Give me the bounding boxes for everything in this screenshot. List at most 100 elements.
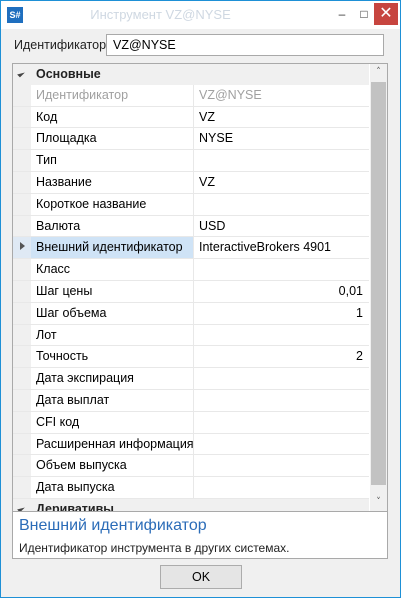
property-value[interactable]: VZ	[193, 171, 369, 193]
scroll-thumb[interactable]	[371, 82, 386, 485]
property-value[interactable]: NYSE	[193, 128, 369, 150]
row-margin	[13, 455, 31, 477]
title-bar[interactable]: S# Инструмент VZ@NYSE – □ ✕	[1, 1, 400, 29]
minimize-button[interactable]: –	[331, 1, 353, 27]
grid-scrollbar[interactable]: ˄ ˅	[370, 64, 387, 511]
grid-property-row[interactable]: Шаг цены 0,01	[13, 280, 369, 303]
maximize-button[interactable]: □	[353, 1, 375, 27]
description-title: Внешний идентификатор	[19, 517, 207, 534]
property-value[interactable]: 2	[193, 346, 369, 368]
collapse-triangle-icon[interactable]	[17, 69, 25, 78]
grid-property-row[interactable]: Точность 2	[13, 346, 369, 369]
scroll-down-arrow-icon[interactable]: ˅	[370, 494, 387, 511]
row-margin	[13, 193, 31, 215]
row-margin	[13, 324, 31, 346]
property-value[interactable]	[193, 324, 369, 346]
property-value[interactable]	[193, 259, 369, 280]
property-value[interactable]	[193, 455, 369, 477]
property-value[interactable]: 0,01	[193, 280, 369, 302]
property-name: Короткое название	[36, 196, 147, 211]
row-margin	[13, 171, 31, 193]
grid-property-row[interactable]: Валюта USD	[13, 215, 369, 238]
row-margin	[13, 389, 31, 411]
row-margin	[13, 346, 31, 368]
property-name: Идентификатор	[36, 87, 129, 102]
grid-property-row[interactable]: Дата выпуска	[13, 477, 369, 499]
property-value[interactable]: InteractiveBrokers 4901	[193, 237, 369, 259]
grid-property-row[interactable]: Дата выплат	[13, 389, 369, 412]
grid-property-row[interactable]: Площадка NYSE	[13, 128, 369, 151]
property-name: Дата выплат	[36, 392, 110, 407]
property-value[interactable]	[193, 433, 369, 455]
grid-category-row[interactable]: Основные	[13, 64, 369, 85]
grid-property-row[interactable]: Название VZ	[13, 171, 369, 194]
grid-property-row[interactable]: Шаг объема 1	[13, 302, 369, 325]
property-name: Шаг объема	[36, 305, 107, 320]
close-icon: ✕	[379, 5, 393, 22]
property-value[interactable]	[193, 389, 369, 411]
minimize-icon: –	[338, 7, 346, 21]
property-name: Площадка	[36, 131, 97, 146]
grid-category-row[interactable]: Деривативы	[13, 498, 369, 512]
window-title: Инструмент VZ@NYSE	[90, 7, 231, 22]
grid-property-row[interactable]: Расширенная информация	[13, 433, 369, 456]
property-name: Тип	[36, 153, 57, 168]
ok-button[interactable]: OK	[160, 565, 242, 589]
property-value[interactable]	[193, 368, 369, 389]
property-value[interactable]	[193, 150, 369, 171]
property-name: Валюта	[36, 218, 81, 233]
grid-property-row[interactable]: Короткое название	[13, 193, 369, 216]
property-value[interactable]	[193, 411, 369, 433]
grid-category-name: Деривативы	[36, 501, 114, 512]
app-logo-icon: S#	[7, 7, 23, 23]
identifier-label: Идентификатор:	[14, 38, 110, 52]
collapse-triangle-icon[interactable]	[17, 504, 25, 511]
grid-property-row[interactable]: Внешний идентификатор InteractiveBrokers …	[13, 237, 369, 260]
property-value[interactable]: 1	[193, 302, 369, 324]
row-margin	[13, 280, 31, 302]
identifier-row: Идентификатор: VZ@NYSE	[7, 34, 392, 58]
property-value[interactable]: USD	[193, 215, 369, 237]
grid-property-row[interactable]: CFI код	[13, 411, 369, 434]
row-margin	[13, 106, 31, 128]
property-name: Расширенная информация	[36, 436, 194, 451]
grid-property-row[interactable]: Идентификатор VZ@NYSE	[13, 84, 369, 107]
property-name: Название	[36, 174, 92, 189]
grid-property-row[interactable]: Лот	[13, 324, 369, 347]
property-grid-rows: Основные Идентификатор VZ@NYSE Код VZ Площадк…	[13, 64, 369, 512]
property-value[interactable]	[193, 477, 369, 498]
scroll-up-arrow-icon[interactable]: ˄	[370, 64, 387, 81]
row-margin	[13, 150, 31, 171]
row-margin	[13, 477, 31, 498]
property-name: Дата выпуска	[36, 480, 115, 495]
expand-arrow-icon[interactable]	[20, 242, 25, 251]
grid-property-row[interactable]: Тип	[13, 150, 369, 172]
row-margin	[13, 215, 31, 237]
property-value[interactable]: VZ	[193, 106, 369, 128]
row-margin	[13, 433, 31, 455]
property-value[interactable]	[193, 193, 369, 215]
row-margin	[13, 259, 31, 280]
grid-property-row[interactable]: Объем выпуска	[13, 455, 369, 478]
property-name: Внешний идентификатор	[36, 240, 183, 255]
grid-property-row[interactable]: Класс	[13, 259, 369, 281]
row-margin	[13, 128, 31, 150]
property-name: Код	[36, 109, 58, 124]
row-margin	[13, 84, 31, 106]
property-name: Шаг цены	[36, 283, 93, 298]
description-text: Идентификатор инструмента в других систе…	[19, 541, 290, 555]
grid-property-row[interactable]: Код VZ	[13, 106, 369, 129]
close-button[interactable]: ✕	[374, 3, 398, 25]
property-value[interactable]: VZ@NYSE	[193, 84, 369, 106]
grid-property-row[interactable]: Дата экспирация	[13, 368, 369, 390]
property-name: Объем выпуска	[36, 458, 127, 473]
property-name: Дата экспирация	[36, 371, 134, 386]
property-name: Точность	[36, 349, 89, 364]
identifier-input[interactable]: VZ@NYSE	[106, 34, 384, 56]
property-name: CFI код	[36, 414, 80, 429]
property-name: Класс	[36, 262, 71, 277]
row-margin	[13, 368, 31, 389]
grid-category-name: Основные	[36, 67, 101, 81]
row-margin	[13, 302, 31, 324]
property-name: Лот	[36, 327, 57, 342]
